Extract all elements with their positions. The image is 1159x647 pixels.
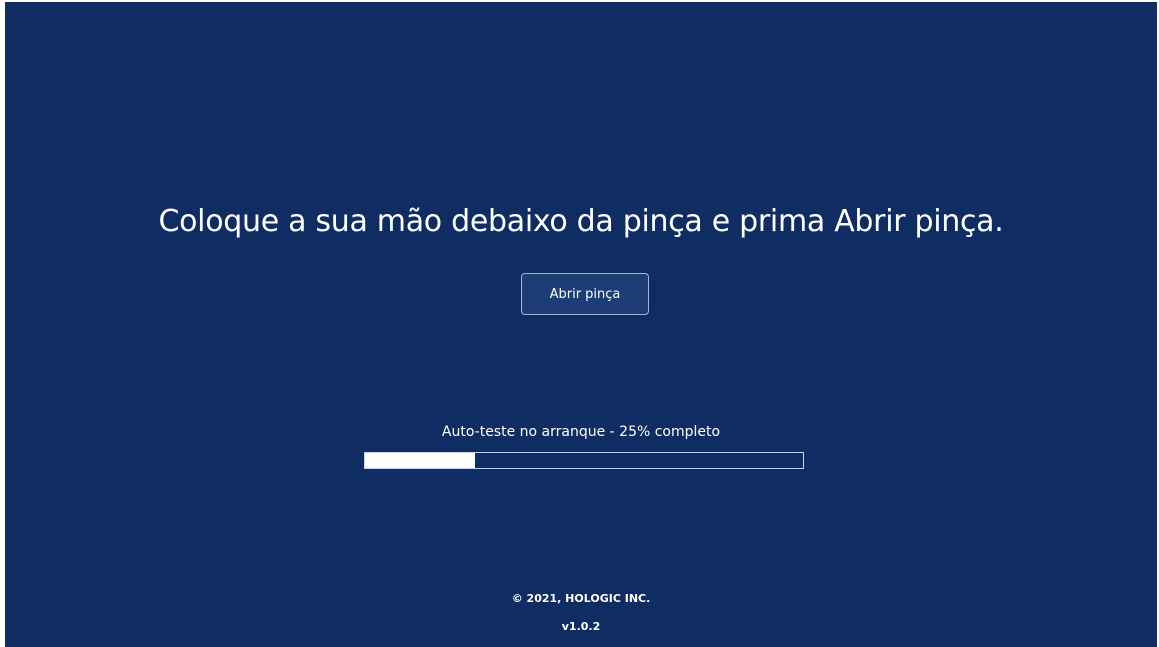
progress-label: Auto-teste no arranque - 25% completo (441, 424, 721, 440)
instruction-text: Coloque a sua mão debaixo da pinça e pri… (158, 204, 1004, 239)
open-clamp-button[interactable]: Abrir pinça (521, 273, 649, 315)
self-test-screen: Coloque a sua mão debaixo da pinça e pri… (5, 2, 1157, 647)
progress-bar (364, 452, 804, 469)
version-text: v1.0.2 (561, 620, 601, 633)
progress-bar-fill (365, 453, 475, 468)
copyright-text: © 2021, HOLOGIC INC. (511, 592, 651, 605)
